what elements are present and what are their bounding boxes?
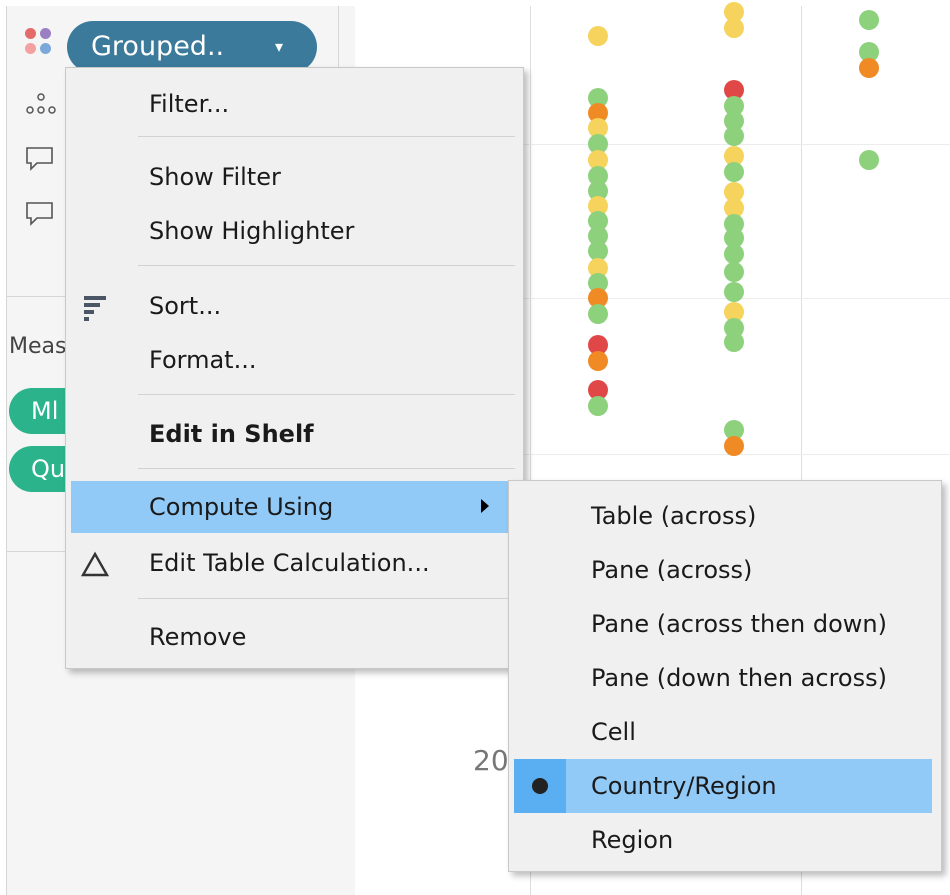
color-icon[interactable] — [25, 28, 61, 64]
chevron-right-icon — [481, 499, 489, 513]
sort-icon — [80, 292, 110, 322]
submenu-item-pane-down-then-across[interactable]: Pane (down then across) — [509, 651, 941, 705]
menu-item-remove[interactable]: Remove — [66, 611, 523, 663]
submenu-item-pane-across[interactable]: Pane (across) — [509, 543, 941, 597]
menu-item-filter[interactable]: Filter... — [66, 78, 523, 130]
menu-item-compute-using[interactable]: Compute Using — [71, 481, 517, 533]
chevron-down-icon[interactable]: ▾ — [275, 21, 283, 73]
scatter-point[interactable] — [588, 26, 608, 46]
menu-separator — [138, 598, 515, 599]
grouped-pill-label: Grouped.. — [91, 31, 225, 62]
menu-item-label: Compute Using — [149, 493, 334, 521]
menu-separator — [138, 394, 515, 395]
menu-item-show-highlighter[interactable]: Show Highlighter — [66, 205, 523, 257]
scatter-point[interactable] — [724, 282, 744, 302]
scatter-point[interactable] — [588, 304, 608, 324]
scatter-point[interactable] — [588, 396, 608, 416]
measures-label: Meas — [9, 334, 67, 359]
submenu-item-label: Pane (down then across) — [591, 664, 887, 692]
submenu-item-cell[interactable]: Cell — [509, 705, 941, 759]
menu-separator — [138, 136, 515, 137]
scatter-point[interactable] — [724, 262, 744, 282]
scatter-point[interactable] — [724, 244, 744, 264]
submenu-item-pane-across-then-down[interactable]: Pane (across then down) — [509, 597, 941, 651]
context-menu: Filter... Show Filter Show Highlighter S… — [65, 67, 524, 669]
tooltip-icon-2[interactable] — [25, 201, 55, 226]
submenu-item-table-across[interactable]: Table (across) — [509, 489, 941, 543]
radio-bullet-icon — [532, 778, 548, 794]
submenu-item-label: Table (across) — [591, 502, 757, 530]
scatter-point[interactable] — [724, 436, 744, 456]
menu-item-format[interactable]: Format... — [66, 334, 523, 386]
menu-item-label: Show Filter — [149, 163, 281, 191]
submenu-item-region[interactable]: Region — [509, 813, 941, 867]
menu-item-sort[interactable]: Sort... — [66, 280, 523, 332]
selected-indicator — [514, 759, 566, 813]
scatter-point[interactable] — [724, 162, 744, 182]
menu-item-label: Sort... — [149, 292, 222, 320]
menu-item-label: Show Highlighter — [149, 217, 355, 245]
menu-item-label: Edit Table Calculation... — [149, 549, 430, 577]
submenu-item-label: Pane (across) — [591, 556, 753, 584]
menu-item-edit-in-shelf[interactable]: Edit in Shelf — [66, 408, 523, 460]
scatter-point[interactable] — [588, 351, 608, 371]
scatter-point[interactable] — [724, 18, 744, 38]
scatter-point[interactable] — [859, 58, 879, 78]
scatter-point[interactable] — [724, 332, 744, 352]
grouped-color-pill[interactable]: Grouped.. ▾ — [67, 21, 317, 73]
menu-item-edit-table-calculation[interactable]: Edit Table Calculation... — [66, 537, 523, 589]
submenu-item-label: Country/Region — [591, 772, 777, 800]
delta-icon — [80, 549, 110, 579]
submenu-item-label: Region — [591, 826, 674, 854]
menu-item-label: Filter... — [149, 90, 230, 118]
menu-item-label: Format... — [149, 346, 257, 374]
tooltip-icon[interactable] — [25, 146, 55, 171]
menu-separator — [138, 468, 515, 469]
submenu-item-country-region[interactable]: Country/Region — [514, 759, 932, 813]
menu-item-show-filter[interactable]: Show Filter — [66, 151, 523, 203]
menu-item-label: Edit in Shelf — [149, 420, 314, 448]
scatter-point[interactable] — [859, 10, 879, 30]
detail-icon[interactable] — [25, 92, 57, 122]
submenu-item-label: Pane (across then down) — [591, 610, 887, 638]
compute-using-submenu: Table (across) Pane (across) Pane (acros… — [508, 480, 942, 872]
menu-separator — [138, 265, 515, 266]
menu-item-label: Remove — [149, 623, 247, 651]
axis-label: 20 — [473, 744, 509, 777]
scatter-point[interactable] — [724, 126, 744, 146]
submenu-item-label: Cell — [591, 718, 636, 746]
scatter-point[interactable] — [859, 150, 879, 170]
